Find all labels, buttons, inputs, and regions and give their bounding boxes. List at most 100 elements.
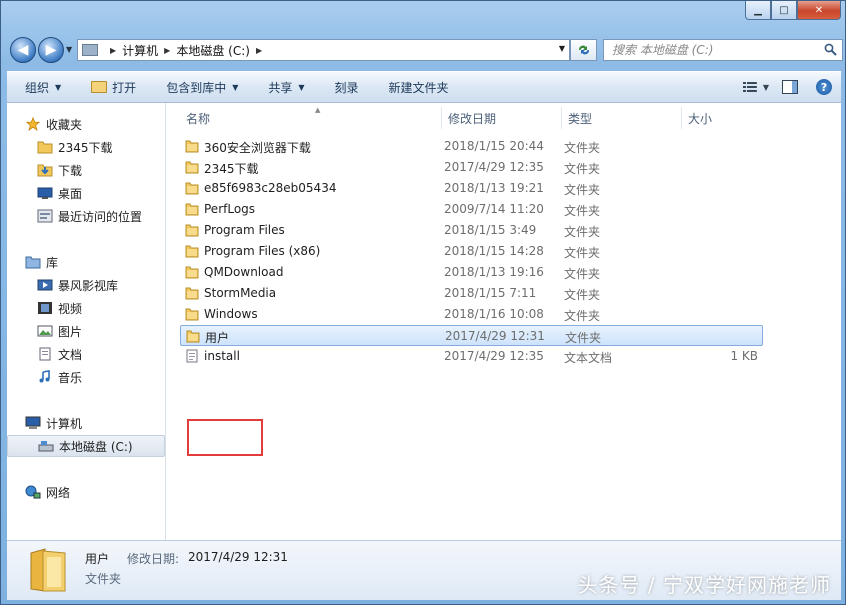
sidebar-item-downloads[interactable]: 下载: [7, 159, 165, 181]
sidebar-libraries[interactable]: 库: [7, 251, 165, 273]
table-row[interactable]: QMDownload 2018/1/13 19:16 文件夹: [180, 262, 763, 283]
sidebar-item-recent-places[interactable]: 最近访问的位置: [7, 205, 165, 227]
file-size: 1 KB: [730, 349, 758, 363]
file-type: 文件夹: [564, 141, 601, 155]
breadcrumb-computer[interactable]: 计算机: [122, 42, 158, 59]
column-header-label: 类型: [568, 111, 593, 126]
text-file-icon: [186, 349, 198, 363]
details-modified-label: 修改日期:: [127, 552, 180, 566]
folder-icon: [185, 287, 199, 300]
table-row[interactable]: 360安全浏览器下载 2018/1/15 20:44 文件夹: [180, 136, 763, 157]
folder-icon: [185, 182, 199, 195]
sidebar-item-pictures[interactable]: 图片: [7, 320, 165, 342]
sidebar-favorites[interactable]: 收藏夹: [7, 113, 165, 135]
back-button[interactable]: ◀: [10, 37, 36, 63]
details-pane: 用户 修改日期: 2017/4/29 12:31 文件夹 头条号 / 宁双学好网…: [7, 540, 841, 600]
open-button[interactable]: 打开: [73, 72, 148, 102]
sidebar-item-local-disk[interactable]: 本地磁盘 (C:): [7, 435, 165, 457]
desktop-icon: [37, 187, 53, 199]
file-name: QMDownload: [204, 265, 284, 279]
close-button[interactable]: ✕: [797, 1, 841, 20]
recent-pages-dropdown[interactable]: ▼: [66, 45, 72, 54]
help-button[interactable]: ?: [811, 76, 837, 98]
file-date: 2018/1/16 10:08: [444, 307, 544, 321]
column-header-size[interactable]: 大小: [682, 107, 762, 129]
address-bar[interactable]: ▶ 计算机 ▶ 本地磁盘 (C:) ▶ ▼: [77, 39, 570, 61]
sidebar-computer[interactable]: 计算机: [7, 412, 165, 434]
table-row[interactable]: Windows 2018/1/16 10:08 文件夹: [180, 304, 763, 325]
include-in-library-label: 包含到库中: [166, 80, 227, 95]
refresh-button[interactable]: [570, 39, 597, 61]
chevron-right-icon[interactable]: ▶: [110, 46, 116, 55]
sidebar-network[interactable]: 网络: [7, 481, 165, 503]
folder-icon: [185, 245, 199, 258]
explorer-window: ▁ □ ✕ ◀ ▶ ▼ ▶ 计算机 ▶ 本地磁盘 (C:) ▶ ▼ 搜索 本地磁…: [0, 0, 846, 605]
open-folder-icon: [91, 81, 108, 93]
column-header-date[interactable]: 修改日期: [442, 107, 562, 129]
file-type: 文件夹: [564, 267, 601, 281]
table-row[interactable]: PerfLogs 2009/7/14 11:20 文件夹: [180, 199, 763, 220]
navigation-pane: 收藏夹 2345下载 下载 桌面 最近访问的位置 库 暴风影视库 视频 图片 文…: [7, 103, 166, 540]
sidebar-item-documents[interactable]: 文档: [7, 343, 165, 365]
file-type: 文件夹: [565, 331, 602, 345]
forward-button[interactable]: ▶: [38, 37, 64, 63]
details-type: 文件夹: [85, 572, 122, 586]
open-label: 打开: [112, 80, 137, 95]
table-row[interactable]: Program Files 2018/1/15 3:49 文件夹: [180, 220, 763, 241]
sidebar-favorites-label: 收藏夹: [46, 117, 83, 132]
preview-pane-button[interactable]: [777, 76, 803, 98]
folder-icon: [185, 161, 199, 174]
chevron-right-icon[interactable]: ▶: [164, 46, 170, 55]
include-in-library-menu[interactable]: 包含到库中 ▼: [148, 72, 250, 102]
file-date: 2018/1/15 20:44: [444, 139, 544, 153]
media-library-icon: [37, 279, 53, 291]
table-row[interactable]: Program Files (x86) 2018/1/15 14:28 文件夹: [180, 241, 763, 262]
sidebar-item-2345-downloads[interactable]: 2345下载: [7, 136, 165, 158]
table-row[interactable]: StormMedia 2018/1/15 7:11 文件夹: [180, 283, 763, 304]
minimize-button[interactable]: ▁: [745, 1, 771, 20]
maximize-button[interactable]: □: [771, 1, 797, 20]
breadcrumb-local-disk[interactable]: 本地磁盘 (C:): [176, 42, 250, 59]
file-type: 文件夹: [564, 225, 601, 239]
sidebar-item-music[interactable]: 音乐: [7, 366, 165, 388]
file-date: 2018/1/15 7:11: [444, 286, 537, 300]
chevron-right-icon[interactable]: ▶: [256, 46, 262, 55]
chevron-down-icon: ▼: [762, 82, 769, 92]
file-name: 360安全浏览器下载: [204, 141, 311, 155]
documents-icon: [39, 347, 51, 361]
organize-menu[interactable]: 组织 ▼: [7, 72, 73, 102]
sidebar-item-baofeng-library[interactable]: 暴风影视库: [7, 274, 165, 296]
sort-ascending-icon: ▲: [315, 106, 321, 114]
table-row[interactable]: install 2017/4/29 12:35 文本文档 1 KB: [180, 346, 763, 367]
search-box[interactable]: [603, 39, 843, 61]
sidebar-item-label: 图片: [58, 324, 83, 339]
table-row[interactable]: 2345下载 2017/4/29 12:35 文件夹: [180, 157, 763, 178]
column-header-name[interactable]: 名称 ▲: [180, 106, 442, 129]
sidebar-item-label: 下载: [58, 163, 83, 178]
share-menu[interactable]: 共享 ▼: [250, 72, 316, 102]
file-type: 文件夹: [564, 162, 601, 176]
folder-icon: [185, 224, 199, 237]
music-icon: [39, 370, 50, 383]
file-date: 2009/7/14 11:20: [444, 202, 544, 216]
view-options-button[interactable]: ▼: [743, 76, 769, 98]
table-row[interactable]: 用户 2017/4/29 12:31 文件夹: [180, 325, 763, 346]
sidebar-network-label: 网络: [46, 485, 71, 500]
content-area: 收藏夹 2345下载 下载 桌面 最近访问的位置 库 暴风影视库 视频 图片 文…: [7, 103, 841, 540]
table-row[interactable]: e85f6983c28eb05434 2018/1/13 19:21 文件夹: [180, 178, 763, 199]
file-name: Program Files: [204, 223, 285, 237]
search-icon[interactable]: [824, 43, 837, 56]
watermark-text: 头条号 / 宁双学好网施老师: [577, 573, 831, 597]
column-header-label: 名称: [186, 111, 211, 126]
sidebar-item-videos[interactable]: 视频: [7, 297, 165, 319]
column-header-type[interactable]: 类型: [562, 107, 682, 129]
command-bar: 组织 ▼ 打开 包含到库中 ▼ 共享 ▼ 刻录 新建文件夹 ▼ ?: [7, 71, 841, 103]
new-folder-button[interactable]: 新建文件夹: [371, 72, 461, 102]
share-label: 共享: [268, 80, 293, 95]
file-type: 文件夹: [564, 183, 601, 197]
sidebar-item-desktop[interactable]: 桌面: [7, 182, 165, 204]
burn-button[interactable]: 刻录: [317, 72, 371, 102]
search-input[interactable]: [604, 40, 814, 60]
address-history-dropdown[interactable]: ▼: [559, 44, 565, 53]
file-name: e85f6983c28eb05434: [204, 181, 337, 195]
